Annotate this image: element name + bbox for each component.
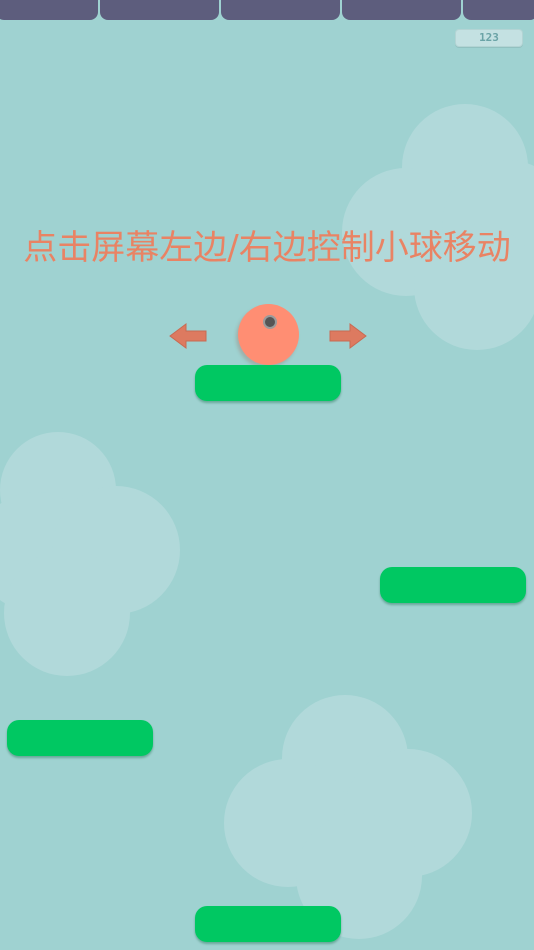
arrow-right-icon[interactable] <box>328 322 368 350</box>
ceiling-spikes <box>0 0 534 22</box>
ceiling-segment <box>463 0 534 20</box>
platform <box>195 906 341 942</box>
ceiling-segment <box>0 0 98 20</box>
platform <box>7 720 153 756</box>
ceiling-segment <box>342 0 461 20</box>
arrow-left-icon[interactable] <box>168 322 208 350</box>
platform <box>380 567 526 603</box>
ceiling-segment <box>100 0 219 20</box>
score-display: 123 <box>455 29 523 47</box>
player-ball <box>238 304 299 365</box>
ceiling-segment <box>221 0 340 20</box>
platform <box>195 365 341 401</box>
ball-eye <box>263 315 277 329</box>
cloud-middle-left <box>0 432 186 682</box>
instruction-text: 点击屏幕左边/右边控制小球移动 <box>23 228 511 268</box>
